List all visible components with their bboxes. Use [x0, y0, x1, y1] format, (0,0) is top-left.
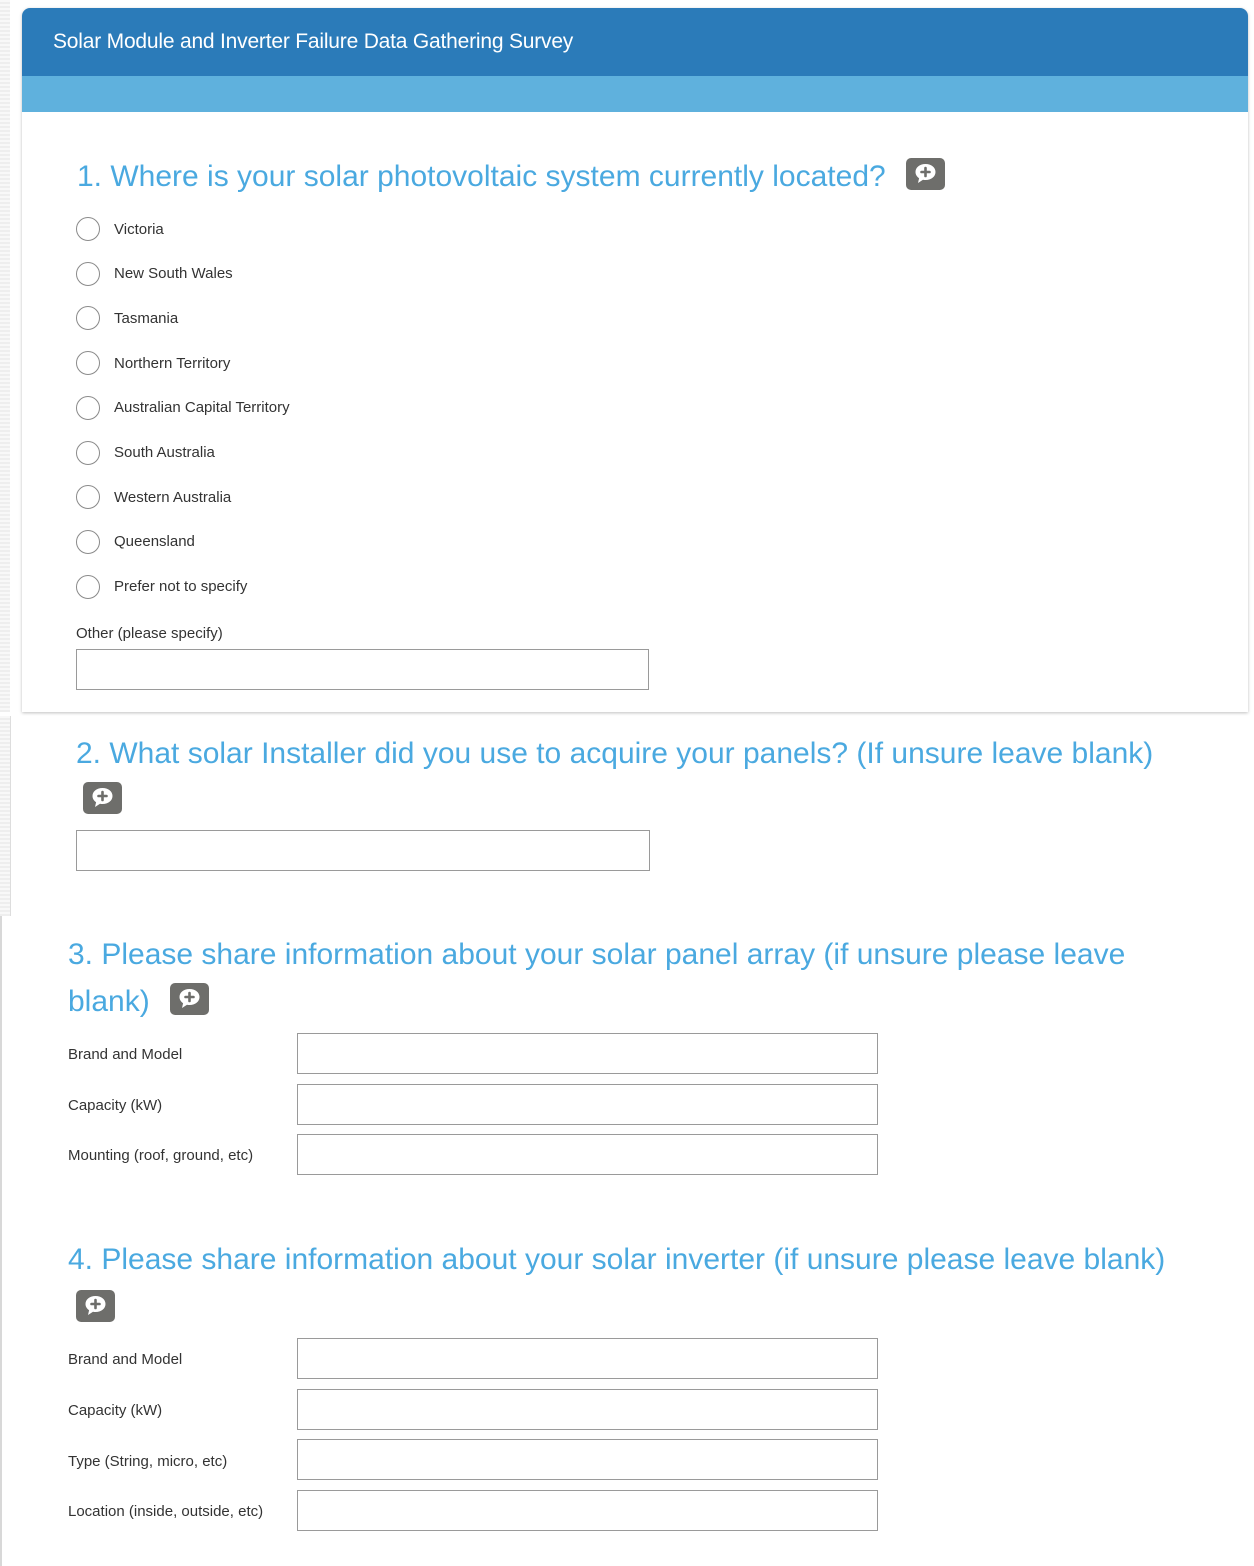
option-label: Prefer not to specify [114, 578, 248, 596]
radio-button[interactable] [76, 217, 100, 241]
q3-capacity-label: Capacity (kW) [68, 1097, 163, 1114]
location-option[interactable]: South Australia [76, 440, 215, 466]
location-option[interactable]: Prefer not to specify [76, 574, 247, 600]
q3-brand-label: Brand and Model [68, 1046, 183, 1063]
radio-button[interactable] [76, 440, 100, 465]
q3-capacity-input[interactable] [297, 1084, 878, 1125]
q4-location-label: Location (inside, outside, etc) [68, 1503, 264, 1520]
radio-button[interactable] [76, 574, 100, 599]
q4-brand-input[interactable] [297, 1338, 878, 1379]
installer-input[interactable] [76, 830, 650, 871]
option-label: Northern Territory [114, 354, 231, 372]
option-label: Tasmania [114, 309, 179, 327]
q4-type-input[interactable] [297, 1439, 878, 1480]
location-option[interactable]: Western Australia [76, 484, 231, 510]
location-option[interactable]: Northern Territory [76, 350, 230, 376]
option-label: Western Australia [114, 488, 232, 506]
location-option[interactable]: Queensland [76, 529, 195, 555]
q4-capacity-input[interactable] [297, 1389, 878, 1430]
option-label: New South Wales [114, 265, 233, 283]
q4-location-input[interactable] [297, 1490, 878, 1531]
question-3-title: 3. Please share information about your s… [68, 931, 1198, 1025]
radio-button[interactable] [76, 351, 100, 376]
survey-page-panel: 3. Please share information about your s… [0, 916, 1254, 1566]
question-3-text: 3. Please share information about your s… [68, 938, 1126, 1018]
question-4-title: 4. Please share information about your s… [68, 1236, 1165, 1283]
option-label: South Australia [114, 444, 215, 461]
location-option[interactable]: New South Wales [76, 261, 233, 287]
survey-header: Solar Module and Inverter Failure Data G… [22, 8, 1248, 76]
q3-mounting-label: Mounting (roof, ground, etc) [68, 1147, 254, 1164]
comment-plus-icon[interactable] [76, 1290, 115, 1322]
question-1-title: 1. Where is your solar photovoltaic syst… [77, 153, 946, 200]
q3-brand-input[interactable] [297, 1033, 878, 1074]
radio-button[interactable] [76, 395, 100, 420]
comment-plus-icon[interactable] [83, 782, 122, 814]
other-specify-label: Other (please specify) [76, 625, 223, 642]
survey-page-panel: 2. What solar Installer did you use to a… [10, 716, 1254, 916]
location-option[interactable]: Tasmania [76, 305, 178, 331]
question-4-text: 4. Please share information about your s… [68, 1243, 1166, 1276]
radio-button[interactable] [76, 485, 100, 510]
option-label: Australian Capital Territory [114, 399, 290, 417]
page-edge-texture [0, 716, 10, 916]
question-1-text: 1. Where is your solar photovoltaic syst… [77, 160, 886, 193]
location-option[interactable]: Australian Capital Territory [76, 395, 290, 421]
option-label: Victoria [114, 220, 164, 238]
comment-plus-icon[interactable] [906, 158, 946, 191]
q4-capacity-label: Capacity (kW) [68, 1402, 163, 1419]
other-specify-input[interactable] [76, 649, 649, 690]
location-option[interactable]: Victoria [76, 216, 164, 242]
survey-page-panel: Solar Module and Inverter Failure Data G… [22, 8, 1248, 712]
page-edge-texture [0, 0, 10, 712]
question-2-text: 2. What solar Installer did you use to a… [76, 737, 1154, 770]
radio-button[interactable] [76, 529, 100, 554]
survey-progress-bar [22, 76, 1248, 112]
question-2-title: 2. What solar Installer did you use to a… [76, 730, 1153, 777]
q4-type-label: Type (String, micro, etc) [68, 1453, 228, 1470]
comment-plus-icon[interactable] [170, 983, 210, 1016]
q3-mounting-input[interactable] [297, 1134, 878, 1175]
survey-title: Solar Module and Inverter Failure Data G… [53, 30, 574, 53]
radio-button[interactable] [76, 261, 100, 286]
option-label: Queensland [114, 533, 195, 551]
radio-button[interactable] [76, 306, 100, 331]
q4-brand-label: Brand and Model [68, 1351, 183, 1368]
